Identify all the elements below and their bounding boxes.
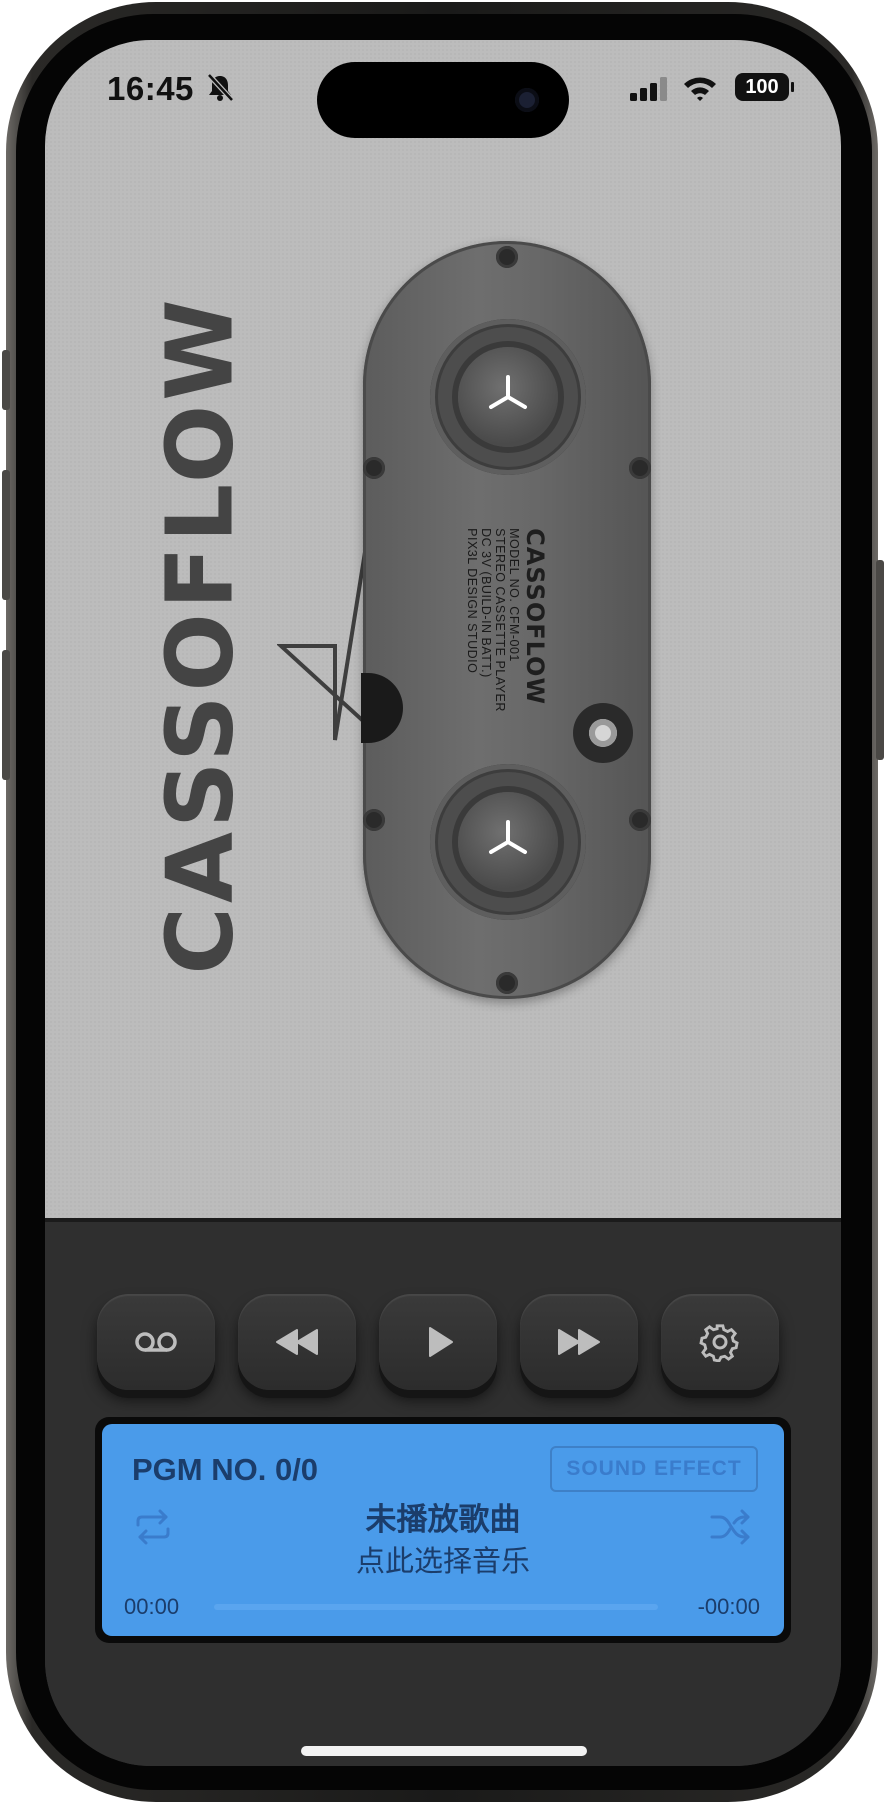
camera-icon bbox=[515, 88, 539, 112]
reel-spokes-icon bbox=[489, 820, 527, 854]
cassoflow-logo: CASSOFLOW bbox=[146, 295, 254, 975]
cassette-eyelet bbox=[573, 703, 633, 763]
action-button bbox=[2, 350, 10, 410]
power-button bbox=[876, 560, 884, 760]
screw-icon bbox=[363, 457, 385, 479]
screw-icon bbox=[629, 457, 651, 479]
battery-icon: 100 bbox=[735, 73, 794, 101]
fast-forward-button[interactable] bbox=[520, 1294, 638, 1390]
song-title[interactable]: 未播放歌曲 bbox=[102, 1494, 784, 1539]
time-remaining: -00:00 bbox=[697, 1594, 760, 1619]
lcd-display[interactable]: PGM NO. 0/0 SOUND EFFECT 未播放歌曲 点此选择音乐 00… bbox=[102, 1424, 784, 1636]
sound-effect-button[interactable]: SOUND EFFECT bbox=[550, 1446, 758, 1492]
lcd-display-frame: PGM NO. 0/0 SOUND EFFECT 未播放歌曲 点此选择音乐 00… bbox=[95, 1417, 791, 1643]
volume-up-button bbox=[2, 470, 10, 600]
backward-icon bbox=[276, 1329, 318, 1355]
cassette-button[interactable] bbox=[97, 1294, 215, 1390]
progress-track[interactable] bbox=[214, 1604, 658, 1610]
voicemail-icon bbox=[135, 1332, 177, 1352]
reel-spokes-icon bbox=[489, 375, 527, 409]
cassette-label: CASSOFLOW MODEL NO. CFM-001 STEREO CASSE… bbox=[465, 528, 549, 712]
program-number: PGM NO. 0/0 bbox=[132, 1452, 319, 1487]
forward-icon bbox=[558, 1329, 600, 1355]
time-elapsed: 00:00 bbox=[124, 1594, 180, 1619]
cassette-tape[interactable]: CASSOFLOW MODEL NO. CFM-001 STEREO CASSE… bbox=[361, 241, 651, 999]
app-screen: CASSOFLOW CASSOFLOW MODEL NO. CFM-001 ST… bbox=[45, 40, 841, 1766]
volume-down-button bbox=[2, 650, 10, 780]
control-panel: PGM NO. 0/0 SOUND EFFECT 未播放歌曲 点此选择音乐 00… bbox=[45, 1222, 841, 1766]
bell-slash-icon bbox=[207, 73, 234, 102]
status-time: 16:45 bbox=[107, 70, 194, 107]
cellular-signal-icon bbox=[630, 77, 667, 101]
screw-icon bbox=[496, 972, 518, 994]
screw-icon bbox=[363, 809, 385, 831]
rewind-button[interactable] bbox=[238, 1294, 356, 1390]
screw-icon bbox=[629, 809, 651, 831]
wifi-icon bbox=[684, 77, 716, 101]
bottom-reel bbox=[430, 764, 586, 920]
play-button[interactable] bbox=[379, 1294, 497, 1390]
choose-music-link[interactable]: 点此选择音乐 bbox=[102, 1538, 784, 1580]
tape-window-notch bbox=[361, 673, 403, 743]
home-indicator[interactable] bbox=[301, 1746, 587, 1756]
screw-icon bbox=[496, 246, 518, 268]
settings-button[interactable] bbox=[661, 1294, 779, 1390]
cassette-deck: CASSOFLOW CASSOFLOW MODEL NO. CFM-001 ST… bbox=[45, 40, 841, 1220]
top-reel bbox=[430, 319, 586, 475]
play-icon bbox=[429, 1327, 453, 1357]
gear-icon bbox=[699, 1324, 739, 1362]
dynamic-island bbox=[317, 62, 569, 138]
shuffle-icon[interactable] bbox=[710, 1509, 752, 1545]
